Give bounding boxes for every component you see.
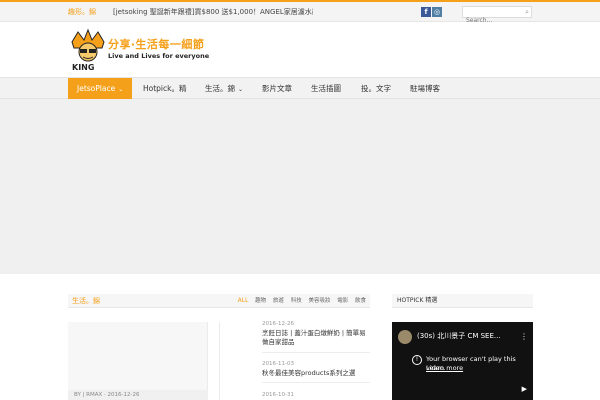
logo-tagline-cn: 分享‧生活每一細節: [108, 38, 205, 51]
filter-item[interactable]: 科技: [291, 298, 302, 304]
search-box: ⌕: [462, 6, 532, 26]
warning-icon: !: [412, 355, 422, 365]
nav-item-submit-text[interactable]: 投。文字: [361, 78, 391, 99]
channel-avatar[interactable]: [398, 330, 412, 344]
logo-brand-text: KING: [72, 63, 94, 72]
search-input[interactable]: [463, 15, 517, 26]
crown-mascot-icon: KING: [71, 28, 105, 72]
sidebar-title: HOTPICK 精選: [397, 297, 438, 304]
category-filters: ALL 趣物 旅遊 科技 美容吸妝 電影 飲食: [233, 297, 366, 305]
top-bar: 趣形。錦 [jetsoking 聖誕新年跟禮]買$800 送$1,000！ANG…: [0, 0, 600, 26]
life-block-header: 生活。錦 ALL 趣物 旅遊 科技 美容吸妝 電影 飲食: [68, 294, 370, 308]
nav-item-label: 駐場博客: [410, 84, 440, 93]
nav-item-jetsoplace[interactable]: JetsoPlace ⌄: [68, 78, 133, 99]
instagram-icon[interactable]: ◎: [432, 7, 442, 17]
post-title[interactable]: 秋冬最佳美容products系列之選: [262, 369, 370, 378]
logo-tagline-en: Live and Lives for everyone: [108, 52, 210, 60]
chevron-down-icon: ⌄: [238, 86, 244, 93]
nav-item-label: JetsoPlace: [77, 84, 116, 93]
list-item[interactable]: 2016-12-26 烹飪日誌 | 蓋汁蛋白燉鮮奶 | 簡單易做自家甜品: [262, 320, 370, 353]
nav-item-label: 生活。錦: [205, 84, 235, 93]
facebook-icon[interactable]: f: [421, 7, 431, 17]
nav-item-bloggers[interactable]: 駐場博客: [410, 78, 440, 99]
filter-item[interactable]: 美容吸妝: [308, 298, 330, 304]
post-date: 2016-12-26: [262, 321, 294, 327]
filter-item[interactable]: 趣物: [255, 298, 266, 304]
nav-item-life[interactable]: 生活。錦 ⌄: [205, 78, 243, 99]
trending-label[interactable]: 趣形。錦: [68, 6, 96, 18]
youtube-icon[interactable]: ▶: [522, 385, 527, 394]
list-item[interactable]: 2016-10-31: [262, 391, 370, 400]
nav-item-label: 影片文章: [262, 84, 292, 93]
featured-post-meta: BY | RMAX · 2016-12-26: [68, 390, 208, 400]
nav-item-label: Hotpick。精: [143, 84, 187, 93]
search-icon[interactable]: ⌕: [525, 8, 529, 17]
nav-item-illustrations[interactable]: 生活插圖: [311, 78, 341, 99]
featured-post-image[interactable]: [68, 322, 208, 400]
main-nav: JetsoPlace ⌄ Hotpick。精 生活。錦 ⌄ 影片文章 生活插圖 投。…: [0, 77, 600, 99]
learn-more-link[interactable]: Learn more: [426, 364, 463, 373]
news-ticker[interactable]: [jetsoking 聖誕新年跟禮]買$800 送$1,000！ANGEL家居濾…: [113, 6, 313, 18]
list-item[interactable]: 2016-11-03 秋冬最佳美容products系列之選: [262, 360, 370, 383]
post-date: 2016-10-31: [262, 392, 294, 398]
sidebar-header: HOTPICK 精選: [392, 294, 533, 308]
nav-item-hotpick[interactable]: Hotpick。精: [143, 78, 186, 99]
nav-item-video-articles[interactable]: 影片文章: [262, 78, 292, 99]
site-logo[interactable]: KING 分享‧生活每一細節 Live and Lives for everyo…: [68, 28, 209, 72]
block-title[interactable]: 生活。錦: [72, 296, 100, 306]
filter-item[interactable]: 電影: [337, 298, 348, 304]
filter-item[interactable]: 旅遊: [273, 298, 284, 304]
banner-area: [0, 99, 600, 274]
nav-item-label: 生活插圖: [311, 84, 341, 93]
filter-item[interactable]: 飲食: [355, 298, 366, 304]
column-divider: [219, 322, 220, 400]
post-date: 2016-11-03: [262, 361, 294, 367]
post-title[interactable]: 烹飪日誌 | 蓋汁蛋白燉鮮奶 | 簡單易做自家甜品: [262, 329, 370, 347]
chevron-down-icon: ⌄: [118, 86, 124, 93]
video-player[interactable]: (30s) 北川景子 CM SEE... ⋮ ! Your browser ca…: [392, 322, 533, 400]
nav-item-label: 投。文字: [361, 84, 391, 93]
video-title[interactable]: (30s) 北川景子 CM SEE...: [417, 331, 501, 342]
more-options-icon[interactable]: ⋮: [520, 331, 528, 342]
filter-all[interactable]: ALL: [238, 297, 249, 304]
